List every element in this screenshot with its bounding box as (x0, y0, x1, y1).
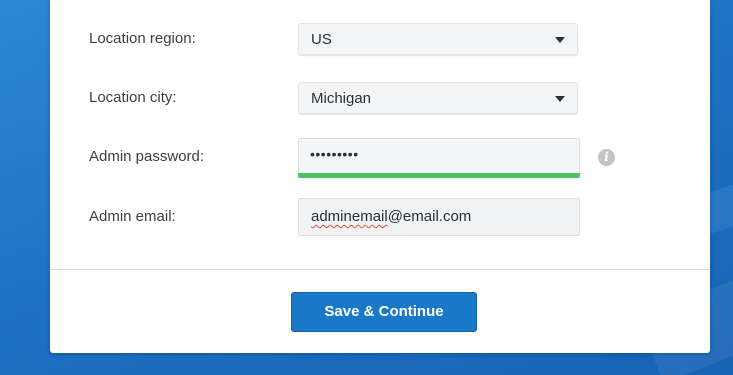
admin-email-value-domain: @email.com (387, 208, 472, 225)
admin-password-row: Admin password: ••••••••• i (50, 138, 710, 180)
location-city-value: Michigan (311, 90, 372, 107)
chevron-down-icon (555, 96, 565, 102)
admin-email-label: Admin email: (89, 208, 176, 225)
location-region-select[interactable]: US (298, 23, 578, 55)
location-city-select[interactable]: Michigan (298, 82, 578, 114)
footer-divider (50, 269, 710, 270)
save-continue-button[interactable]: Save & Continue (291, 292, 477, 332)
admin-email-row: Admin email: adminemail@email.com (50, 198, 710, 238)
admin-password-field[interactable]: ••••••••• (298, 138, 580, 173)
admin-password-masked-value: ••••••••• (310, 146, 359, 162)
admin-email-field[interactable]: adminemail@email.com (298, 198, 580, 236)
admin-password-label: Admin password: (89, 148, 205, 165)
admin-email-value: adminemail@email.com (311, 208, 471, 225)
location-region-label: Location region: (89, 30, 196, 47)
chevron-down-icon (555, 37, 565, 43)
admin-email-value-spellcheck: adminemail (311, 208, 388, 225)
desktop-background: Location region: US Location city: Michi… (0, 0, 733, 375)
info-icon[interactable]: i (598, 149, 615, 166)
location-city-label: Location city: (89, 89, 177, 106)
location-region-row: Location region: US (50, 23, 710, 57)
location-city-row: Location city: Michigan (50, 82, 710, 116)
password-strength-bar (298, 173, 580, 178)
setup-dialog: Location region: US Location city: Michi… (50, 0, 710, 353)
location-region-value: US (311, 31, 332, 48)
